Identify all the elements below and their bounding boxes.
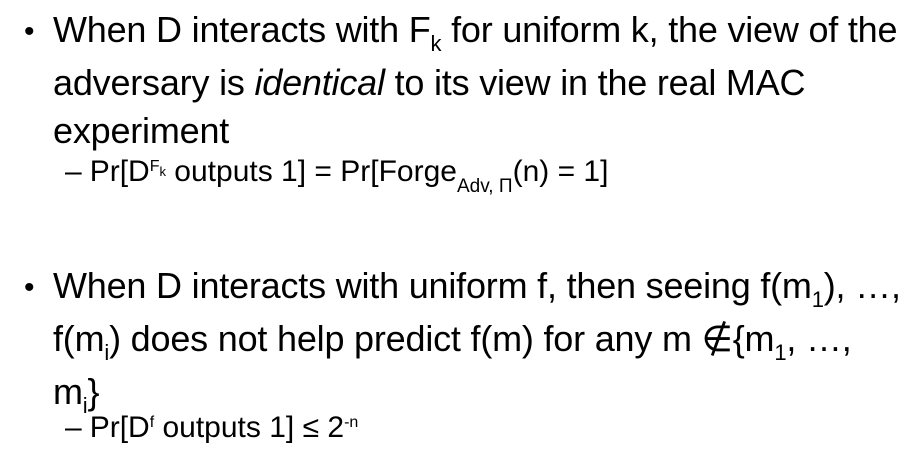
text-segment: (n) = 1] [512, 155, 609, 188]
superscript-F: F [149, 158, 160, 175]
text-segment: Pr[D [89, 155, 150, 188]
bullet-1-subitem: – Pr[DFk outputs 1] = Pr[ForgeAdv, Π(n) =… [65, 152, 608, 197]
text-segment: When D interacts with uniform f, then se… [53, 265, 812, 306]
superscript-k: k [159, 164, 166, 179]
subscript-1: 1 [811, 287, 824, 312]
text-segment: Pr[D [89, 411, 150, 444]
dash: – [65, 155, 82, 188]
text-segment: } [87, 371, 100, 412]
bullet-dot: • [24, 271, 35, 304]
text-segment: ) does not help predict f(m) for any m ∉… [109, 318, 775, 359]
bullet-2-text: When D interacts with uniform f, then se… [53, 262, 903, 421]
bullet-dot: • [24, 15, 35, 48]
superscript-f: f [149, 414, 155, 431]
text-segment: When D interacts with F [53, 9, 431, 50]
subscript-i: i [104, 340, 110, 365]
subscript-adv-pi: Adv, Π [456, 176, 513, 197]
exponent-minus-n: -n [344, 414, 359, 431]
text-segment: outputs 1] ≤ 2 [154, 411, 345, 444]
emphasis-identical: identical [254, 62, 385, 103]
bullet-2-subitem: – Pr[Df outputs 1] ≤ 2-n [65, 408, 358, 453]
bullet-1-text: When D interacts with Fk for uniform k, … [53, 6, 903, 155]
subscript-1: 1 [774, 340, 787, 365]
subscript-k: k [430, 31, 442, 56]
text-segment: outputs 1] = Pr[Forge [165, 155, 457, 188]
dash: – [65, 411, 82, 444]
